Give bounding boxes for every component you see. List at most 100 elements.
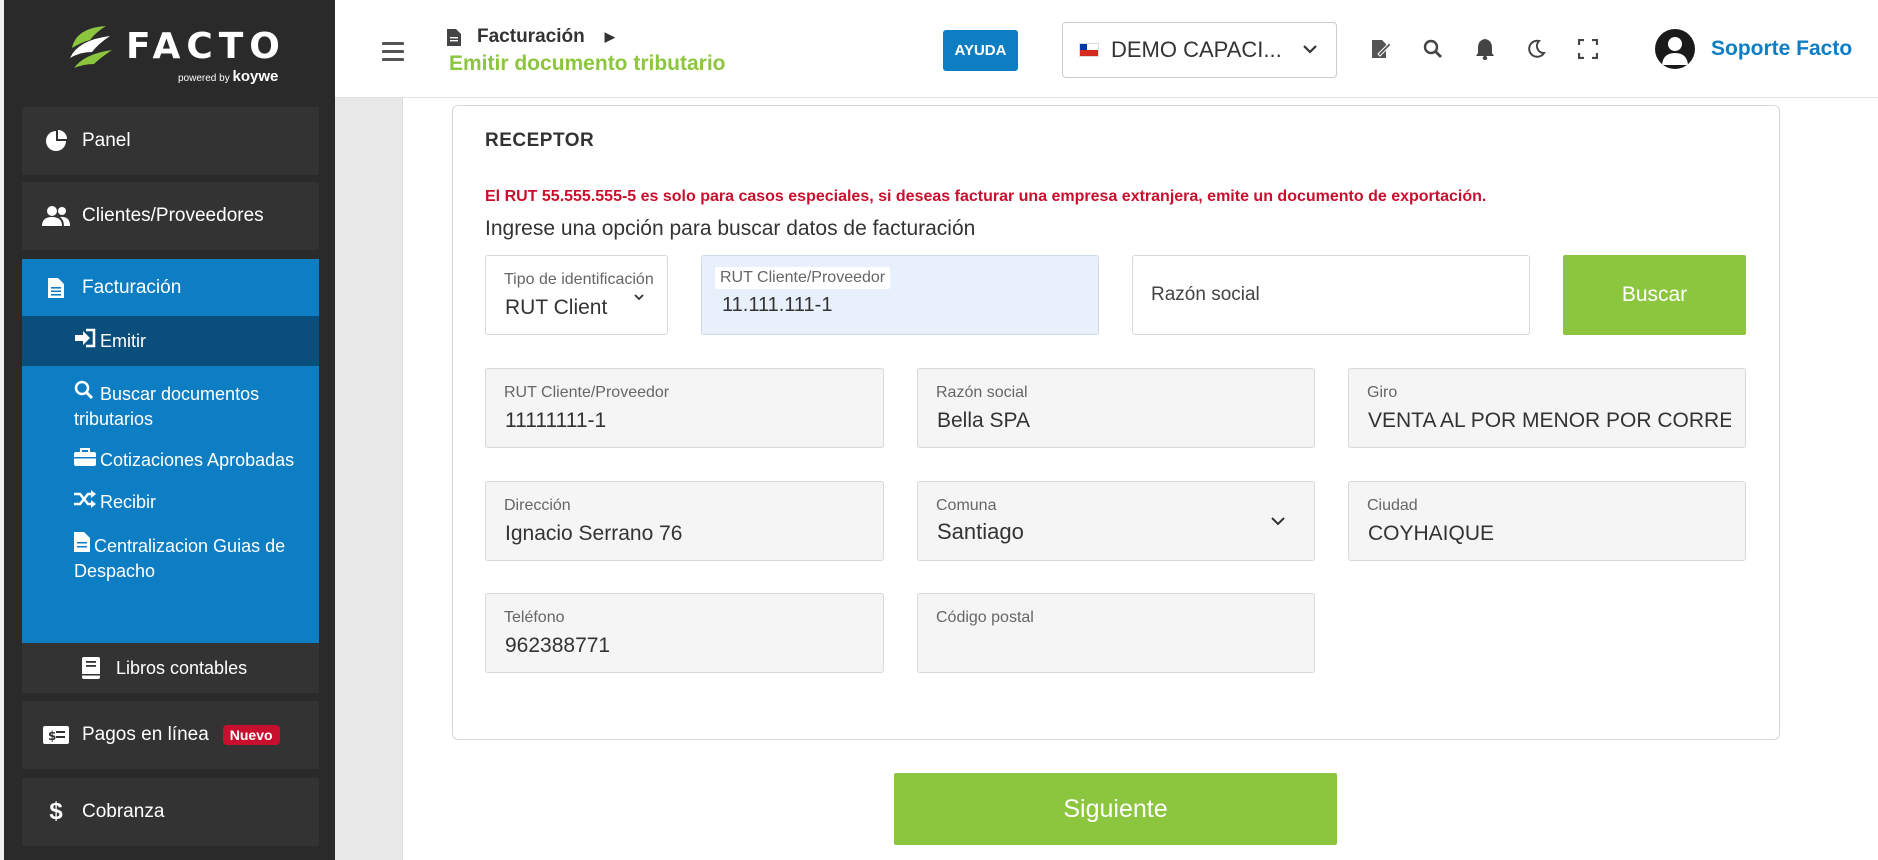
giro-field[interactable]: Giro VENTA AL POR MENOR POR CORREO	[1348, 368, 1746, 448]
field-label: RUT Cliente/Proveedor	[504, 384, 670, 401]
field-label: RUT Cliente/Proveedor	[715, 267, 891, 289]
field-value: 11.111.111-1	[722, 294, 833, 316]
sidebar-item-cobranza[interactable]: $ Cobranza	[22, 778, 319, 846]
sidebar-item-label: Clientes/Proveedores	[82, 205, 264, 226]
direccion-field[interactable]: Dirección Ignacio Serrano 76	[485, 481, 884, 561]
sidebar-item-label: Libros contables	[116, 657, 248, 678]
sidebar-subitem-label: Recibir	[100, 492, 157, 512]
breadcrumb-item[interactable]: Facturación	[477, 26, 585, 48]
content-gutter	[335, 98, 402, 860]
chevron-down-icon	[1271, 517, 1285, 526]
search-prompt: Ingrese una opción para buscar datos de …	[485, 217, 976, 240]
sidebar-subitem-label: Cotizaciones Aprobadas	[100, 450, 295, 470]
rut-search-input[interactable]: RUT Cliente/Proveedor 11.111.111-1	[701, 255, 1099, 335]
book-icon	[82, 657, 104, 679]
company-selector[interactable]: DEMO CAPACI...	[1062, 22, 1337, 78]
logo-subtitle: powered by koywe	[178, 68, 278, 85]
razon-search-input[interactable]: Razón social	[1132, 255, 1530, 335]
user-name[interactable]: Soporte Facto	[1711, 37, 1852, 61]
svg-text:$: $	[48, 729, 56, 743]
ciudad-field[interactable]: Ciudad COYHAIQUE	[1348, 481, 1746, 561]
sidebar-item-label: Pagos en línea	[82, 724, 209, 745]
field-value: COYHAIQUE	[1368, 522, 1495, 545]
search-icon[interactable]	[1420, 36, 1446, 62]
shuffle-icon	[74, 490, 96, 515]
sidebar-item-facturacion[interactable]: Facturación	[22, 259, 319, 316]
avatar[interactable]	[1655, 29, 1695, 69]
chevron-down-icon	[1303, 45, 1317, 54]
signature-icon[interactable]	[1368, 36, 1394, 62]
field-label: Comuna	[936, 497, 997, 514]
sidebar-item-label: Facturación	[82, 276, 182, 298]
help-button[interactable]: AYUDA	[943, 30, 1018, 71]
telefono-field[interactable]: Teléfono 962388771	[485, 593, 884, 673]
logo-partner: koywe	[232, 68, 279, 85]
field-label: Código postal	[936, 609, 1034, 626]
chevron-down-icon	[634, 294, 644, 301]
logo-powered: powered	[178, 73, 217, 84]
search-button[interactable]: Buscar	[1563, 255, 1746, 335]
facto-logo[interactable]: FACTO powered by koywe	[66, 18, 286, 85]
bell-icon[interactable]	[1472, 36, 1498, 62]
sidebar-subitem-buscar[interactable]: Buscar documentos tributarios	[22, 380, 319, 432]
field-label: Dirección	[504, 497, 571, 514]
caret-right-icon: ▶	[604, 29, 615, 44]
file-icon	[74, 532, 90, 559]
sidebar-item-label: Cobranza	[82, 801, 165, 822]
section-title: RECEPTOR	[485, 130, 595, 151]
logo-by: by	[219, 73, 230, 84]
moon-icon[interactable]	[1523, 36, 1549, 62]
sidebar-subitem-recibir[interactable]: Recibir	[22, 490, 319, 515]
sidebar-subitem-label: Centralizacion Guias de Despacho	[74, 536, 286, 581]
field-value: RUT Client	[505, 296, 608, 319]
next-button[interactable]: Siguiente	[894, 773, 1337, 845]
rut-field[interactable]: RUT Cliente/Proveedor 11111111-1	[485, 368, 884, 448]
sidebar-item-clientes[interactable]: Clientes/Proveedores	[22, 182, 319, 250]
briefcase-icon	[74, 448, 96, 473]
sidebar-group-facturacion: Facturación Emitir Buscar documentos tri…	[22, 259, 319, 643]
field-value: 962388771	[505, 634, 611, 657]
sidebar: FACTO powered by koywe Panel Clientes/Pr…	[4, 0, 335, 860]
field-value: Ignacio Serrano 76	[505, 522, 683, 545]
field-placeholder: Razón social	[1151, 284, 1260, 305]
money-bill-icon: $	[42, 726, 70, 744]
sign-in-icon	[74, 328, 96, 355]
search-icon	[74, 380, 96, 407]
sidebar-subitem-cotizaciones[interactable]: Cotizaciones Aprobadas	[22, 448, 319, 473]
facto-swoosh-icon	[70, 26, 112, 68]
chile-flag-icon	[1079, 43, 1099, 57]
id-type-select[interactable]: Tipo de identificación RUT Client	[485, 255, 668, 335]
logo-text: FACTO	[126, 26, 286, 67]
sidebar-item-libros[interactable]: Libros contables	[22, 643, 319, 693]
field-value: Santiago	[937, 519, 1024, 544]
field-value: 11111111-1	[505, 409, 607, 432]
sidebar-subitem-centralizacion[interactable]: Centralizacion Guias de Despacho	[22, 532, 319, 584]
company-name: DEMO CAPACI...	[1111, 37, 1282, 62]
codigo-postal-field[interactable]: Código postal	[917, 593, 1315, 673]
field-label: Razón social	[936, 384, 1028, 401]
rut-warning: El RUT 55.555.555-5 es solo para casos e…	[485, 188, 1487, 205]
sidebar-item-label: Panel	[82, 130, 131, 151]
document-icon	[447, 28, 461, 46]
field-label: Giro	[1367, 384, 1398, 401]
sidebar-subitem-label: Emitir	[100, 330, 146, 351]
new-badge: Nuevo	[222, 725, 280, 745]
field-label: Ciudad	[1367, 497, 1418, 514]
sidebar-subitem-emitir[interactable]: Emitir	[22, 316, 319, 366]
document-icon	[42, 277, 70, 298]
sidebar-subitem-label: Buscar documentos tributarios	[74, 384, 260, 429]
field-value: VENTA AL POR MENOR POR CORREO	[1368, 409, 1731, 432]
page-title: Emitir documento tributario	[449, 52, 726, 75]
comuna-select[interactable]: Comuna Santiago	[917, 481, 1315, 561]
hamburger-menu-icon[interactable]	[382, 42, 404, 66]
pie-chart-icon	[42, 130, 70, 152]
dollar-icon: $	[49, 798, 63, 825]
razon-social-field[interactable]: Razón social Bella SPA	[917, 368, 1315, 448]
sidebar-item-panel[interactable]: Panel	[22, 107, 319, 175]
top-header: Facturación ▶ Emitir documento tributari…	[335, 0, 1878, 98]
sidebar-item-pagos[interactable]: $ Pagos en línea Nuevo	[22, 701, 319, 769]
field-label: Teléfono	[504, 609, 565, 626]
breadcrumb: Facturación ▶	[447, 26, 615, 48]
users-icon	[42, 205, 70, 227]
fullscreen-icon[interactable]	[1575, 36, 1601, 62]
